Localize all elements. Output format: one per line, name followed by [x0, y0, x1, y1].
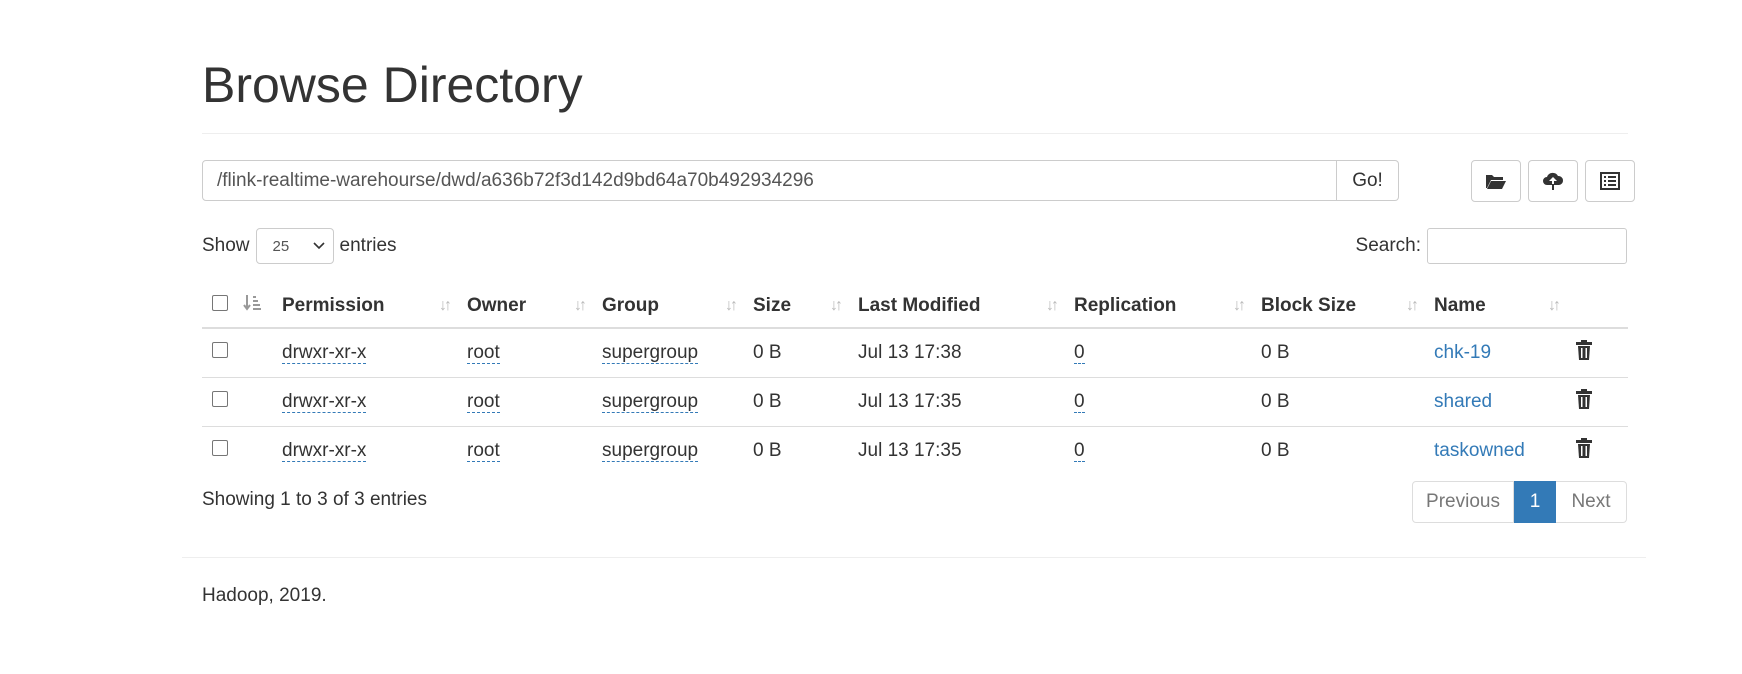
row-select-cell [202, 377, 242, 427]
page-1-button[interactable]: 1 [1514, 481, 1556, 523]
file-name-link[interactable]: shared [1434, 391, 1492, 412]
permission-cell[interactable]: drwxr-xr-x [282, 342, 367, 364]
cloud-upload-icon [1543, 172, 1564, 190]
header-replication-label: Replication [1074, 295, 1177, 316]
search-label: Search: [1355, 235, 1421, 256]
search-control: Search: [1356, 228, 1627, 264]
header-owner-label: Owner [467, 295, 527, 316]
replication-cell[interactable]: 0 [1074, 440, 1085, 462]
permission-cell[interactable]: drwxr-xr-x [282, 391, 367, 413]
entries-per-page-value: 25 [272, 237, 290, 255]
table-row: drwxr-xr-x root supergroup 0 B Jul 13 17… [202, 377, 1628, 427]
owner-cell[interactable]: root [467, 342, 500, 364]
trash-icon[interactable] [1576, 389, 1592, 409]
header-last-modified[interactable]: Last Modified ↓↑ [858, 285, 1074, 329]
group-cell[interactable]: supergroup [602, 440, 699, 462]
table-header-row: Permission ↓↑ Owner ↓↑ Group ↓↑ Size ↓↑ Last… [202, 285, 1628, 329]
header-size-label: Size [753, 295, 792, 316]
sort-icon: ↓↑ [1406, 297, 1419, 314]
search-input[interactable] [1427, 228, 1627, 264]
replication-cell[interactable]: 0 [1074, 342, 1085, 364]
sort-icon: ↓↑ [1233, 297, 1246, 314]
sort-icon: ↓↑ [1548, 297, 1561, 314]
table-info: Showing 1 to 3 of 3 entries [202, 489, 427, 510]
row-checkbox[interactable] [212, 440, 228, 456]
group-cell[interactable]: supergroup [602, 342, 699, 364]
header-size[interactable]: Size ↓↑ [753, 285, 858, 329]
row-checkbox[interactable] [212, 391, 228, 407]
sort-icon: ↓↑ [439, 297, 452, 314]
header-group-label: Group [602, 295, 659, 316]
row-select-cell [202, 427, 242, 476]
directory-path-input[interactable] [202, 160, 1337, 201]
chevron-down-icon [312, 242, 325, 250]
header-last-modified-label: Last Modified [858, 295, 981, 316]
folder-open-icon [1486, 175, 1506, 189]
replication-cell[interactable]: 0 [1074, 391, 1085, 413]
path-bar: Go! [202, 160, 1399, 201]
sort-icon: ↓↑ [830, 297, 843, 314]
header-name[interactable]: Name ↓↑ [1434, 285, 1576, 329]
pagination: Previous 1 Next [1412, 481, 1627, 523]
header-replication[interactable]: Replication ↓↑ [1074, 285, 1261, 329]
create-directory-button[interactable] [1471, 160, 1521, 202]
file-name-link[interactable]: chk-19 [1434, 342, 1491, 363]
delete-cell [1576, 427, 1628, 476]
upload-button[interactable] [1528, 160, 1578, 202]
file-name-link[interactable]: taskowned [1434, 440, 1525, 461]
permission-cell[interactable]: drwxr-xr-x [282, 440, 367, 462]
block-size-cell: 0 B [1261, 377, 1434, 427]
block-size-cell: 0 B [1261, 328, 1434, 378]
show-label: Show [202, 235, 250, 256]
header-block-size[interactable]: Block Size ↓↑ [1261, 285, 1434, 329]
actions-header [1576, 285, 1628, 329]
last-modified-cell: Jul 13 17:35 [858, 377, 1074, 427]
header-group[interactable]: Group ↓↑ [602, 285, 753, 329]
header-block-size-label: Block Size [1261, 295, 1357, 316]
last-modified-cell: Jul 13 17:35 [858, 440, 962, 461]
delete-cell [1576, 328, 1628, 378]
table-row: drwxr-xr-x root supergroup 0 B Jul 13 17… [202, 328, 1628, 378]
header-name-label: Name [1434, 295, 1486, 316]
directory-table: Permission ↓↑ Owner ↓↑ Group ↓↑ Size ↓↑ Last… [202, 285, 1628, 475]
sort-order-header[interactable] [242, 285, 282, 329]
next-page-button[interactable]: Next [1556, 481, 1627, 523]
size-cell: 0 B [753, 328, 858, 378]
page-title: Browse Directory [202, 57, 583, 113]
header-owner[interactable]: Owner ↓↑ [467, 285, 602, 329]
last-modified-cell: Jul 13 17:38 [858, 328, 1074, 378]
sort-amount-icon [243, 295, 261, 311]
select-all-checkbox[interactable] [212, 295, 228, 311]
sort-icon: ↓↑ [725, 297, 738, 314]
trash-icon[interactable] [1576, 340, 1592, 360]
cut-paste-button[interactable] [1585, 160, 1635, 202]
size-cell: 0 B [753, 377, 858, 427]
table-row: drwxr-xr-x root supergroup 0 B Jul 13 17… [202, 427, 1628, 476]
header-permission-label: Permission [282, 295, 385, 316]
row-select-cell [202, 328, 242, 378]
owner-cell[interactable]: root [467, 391, 500, 413]
header-permission[interactable]: Permission ↓↑ [282, 285, 467, 329]
footer-divider [182, 557, 1646, 558]
title-divider [202, 133, 1628, 134]
trash-icon[interactable] [1576, 438, 1592, 458]
entries-length-control: Show 25 entries [202, 228, 397, 264]
sort-icon: ↓↑ [1046, 297, 1059, 314]
block-size-cell: 0 B [1261, 440, 1290, 461]
list-alt-icon [1600, 172, 1620, 190]
footer-text: Hadoop, 2019. [202, 585, 327, 606]
select-all-header [202, 285, 242, 329]
sort-icon: ↓↑ [574, 297, 587, 314]
go-button[interactable]: Go! [1337, 160, 1399, 201]
size-cell: 0 B [753, 440, 782, 461]
delete-cell [1576, 377, 1628, 427]
entries-label: entries [339, 235, 397, 256]
owner-cell[interactable]: root [467, 440, 500, 462]
row-checkbox[interactable] [212, 342, 228, 358]
previous-page-button[interactable]: Previous [1412, 481, 1514, 523]
entries-per-page-select[interactable]: 25 [255, 228, 334, 264]
group-cell[interactable]: supergroup [602, 391, 699, 413]
